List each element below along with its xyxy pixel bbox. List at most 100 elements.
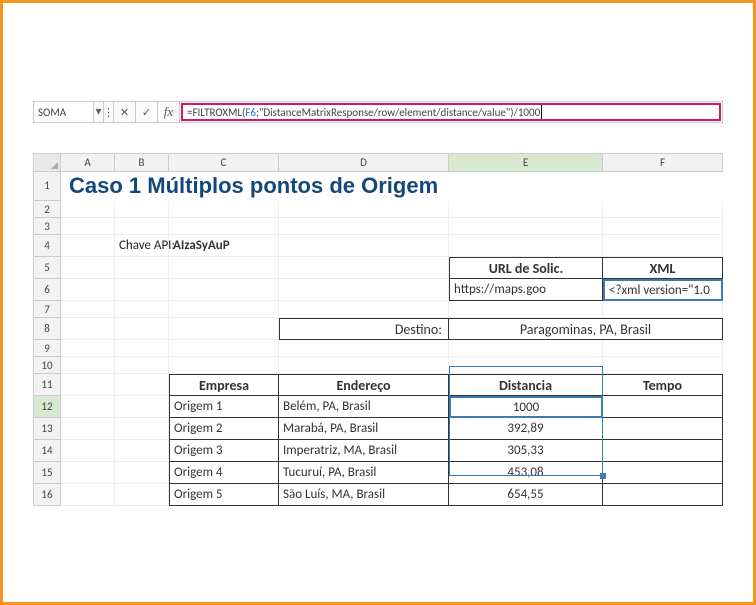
row-header[interactable]: 1 xyxy=(33,171,61,201)
column-header-E[interactable]: E xyxy=(449,153,603,172)
row-header[interactable]: 12 xyxy=(33,396,61,418)
row-header[interactable]: 3 xyxy=(33,218,61,235)
td-empresa[interactable]: Origem 4 xyxy=(169,462,279,484)
column-header-A[interactable]: A xyxy=(61,153,115,172)
api-key-value[interactable]: AIzaSyAuP xyxy=(169,235,279,257)
td-tempo[interactable] xyxy=(603,462,723,484)
cell[interactable] xyxy=(603,235,723,257)
td-endereco[interactable]: Imperatriz, MA, Brasil xyxy=(279,440,449,462)
td-endereco[interactable]: São Luís, MA, Brasil xyxy=(279,484,449,506)
insert-function-icon[interactable]: fx xyxy=(158,102,180,122)
url-value-cell[interactable]: https://maps.goo xyxy=(449,279,603,301)
row-header[interactable]: 5 xyxy=(33,257,61,279)
cell[interactable] xyxy=(115,462,169,484)
header-xml[interactable]: XML xyxy=(603,257,723,279)
row-header[interactable]: 2 xyxy=(33,201,61,218)
cell[interactable] xyxy=(61,318,115,340)
cell[interactable] xyxy=(61,484,115,506)
row-header[interactable]: 4 xyxy=(33,235,61,257)
td-distancia[interactable]: 654,55 xyxy=(449,484,603,506)
cell[interactable] xyxy=(115,440,169,462)
cell[interactable] xyxy=(279,235,449,257)
td-distancia[interactable]: 392,89 xyxy=(449,418,603,440)
row-header[interactable]: 16 xyxy=(33,484,61,506)
name-box[interactable]: SOMA xyxy=(34,102,94,122)
row-header[interactable]: 13 xyxy=(33,418,61,440)
td-endereco[interactable]: Belém, PA, Brasil xyxy=(279,396,449,418)
cell[interactable] xyxy=(115,340,169,357)
cell[interactable] xyxy=(169,257,279,279)
header-url[interactable]: URL de Solic. xyxy=(449,257,603,279)
cancel-icon[interactable]: ✕ xyxy=(114,102,136,122)
cell[interactable] xyxy=(61,257,115,279)
cell[interactable] xyxy=(279,257,449,279)
td-tempo[interactable] xyxy=(603,440,723,462)
cell[interactable] xyxy=(279,357,449,374)
cell[interactable] xyxy=(115,318,169,340)
th-distancia[interactable]: Distancia xyxy=(449,374,603,396)
cell[interactable] xyxy=(115,218,169,235)
cell[interactable] xyxy=(115,279,169,301)
cell[interactable] xyxy=(61,279,115,301)
cell[interactable] xyxy=(603,340,723,357)
cell[interactable] xyxy=(279,218,449,235)
cell[interactable] xyxy=(449,340,603,357)
active-cell-E12[interactable]: 1000 xyxy=(449,396,603,418)
cell[interactable] xyxy=(61,201,115,218)
xml-value-cell[interactable]: <?xml version="1.0 xyxy=(603,279,723,301)
cell[interactable] xyxy=(61,235,115,257)
column-header-B[interactable]: B xyxy=(115,153,169,172)
cell[interactable] xyxy=(169,318,279,340)
cell[interactable] xyxy=(449,201,603,218)
cell[interactable] xyxy=(115,257,169,279)
cell[interactable] xyxy=(61,462,115,484)
cell[interactable] xyxy=(279,301,449,318)
cell[interactable] xyxy=(449,301,603,318)
cell[interactable] xyxy=(115,374,169,396)
td-tempo[interactable] xyxy=(603,418,723,440)
cell[interactable] xyxy=(169,301,279,318)
cell[interactable] xyxy=(279,279,449,301)
td-tempo[interactable] xyxy=(603,396,723,418)
selection-fill-handle[interactable] xyxy=(600,473,606,479)
row-header[interactable]: 9 xyxy=(33,340,61,357)
td-tempo[interactable] xyxy=(603,484,723,506)
cell[interactable] xyxy=(169,340,279,357)
cell[interactable] xyxy=(115,484,169,506)
api-key-label[interactable]: Chave API: xyxy=(115,235,169,257)
cell[interactable] xyxy=(449,235,603,257)
td-endereco[interactable]: Tucuruí, PA, Brasil xyxy=(279,462,449,484)
destino-value[interactable]: Paragominas, PA, Brasil xyxy=(449,318,723,340)
page-title[interactable]: Caso 1 Múltiplos pontos de Origem xyxy=(61,171,723,201)
cell[interactable] xyxy=(115,418,169,440)
cell[interactable] xyxy=(61,340,115,357)
cell[interactable] xyxy=(169,218,279,235)
row-header[interactable]: 8 xyxy=(33,318,61,340)
cell[interactable] xyxy=(61,218,115,235)
row-header[interactable]: 15 xyxy=(33,462,61,484)
enter-icon[interactable]: ✓ xyxy=(136,102,158,122)
cell[interactable] xyxy=(115,396,169,418)
td-empresa[interactable]: Origem 2 xyxy=(169,418,279,440)
column-header-D[interactable]: D xyxy=(279,153,449,172)
select-all-corner[interactable] xyxy=(33,153,61,172)
cell[interactable] xyxy=(61,374,115,396)
cell[interactable] xyxy=(61,396,115,418)
cell[interactable] xyxy=(603,301,723,318)
cell[interactable] xyxy=(115,201,169,218)
td-distancia[interactable]: 305,33 xyxy=(449,440,603,462)
th-tempo[interactable]: Tempo xyxy=(603,374,723,396)
cell[interactable] xyxy=(61,301,115,318)
cell[interactable] xyxy=(603,357,723,374)
cell[interactable] xyxy=(279,201,449,218)
row-header[interactable]: 6 xyxy=(33,279,61,301)
row-header[interactable]: 10 xyxy=(33,357,61,374)
column-header-C[interactable]: C xyxy=(169,153,279,172)
cell[interactable] xyxy=(169,357,279,374)
destino-label[interactable]: Destino: xyxy=(279,318,449,340)
td-endereco[interactable]: Marabá, PA, Brasil xyxy=(279,418,449,440)
cell[interactable] xyxy=(603,218,723,235)
cell[interactable] xyxy=(279,340,449,357)
td-empresa[interactable]: Origem 3 xyxy=(169,440,279,462)
cell[interactable] xyxy=(115,301,169,318)
